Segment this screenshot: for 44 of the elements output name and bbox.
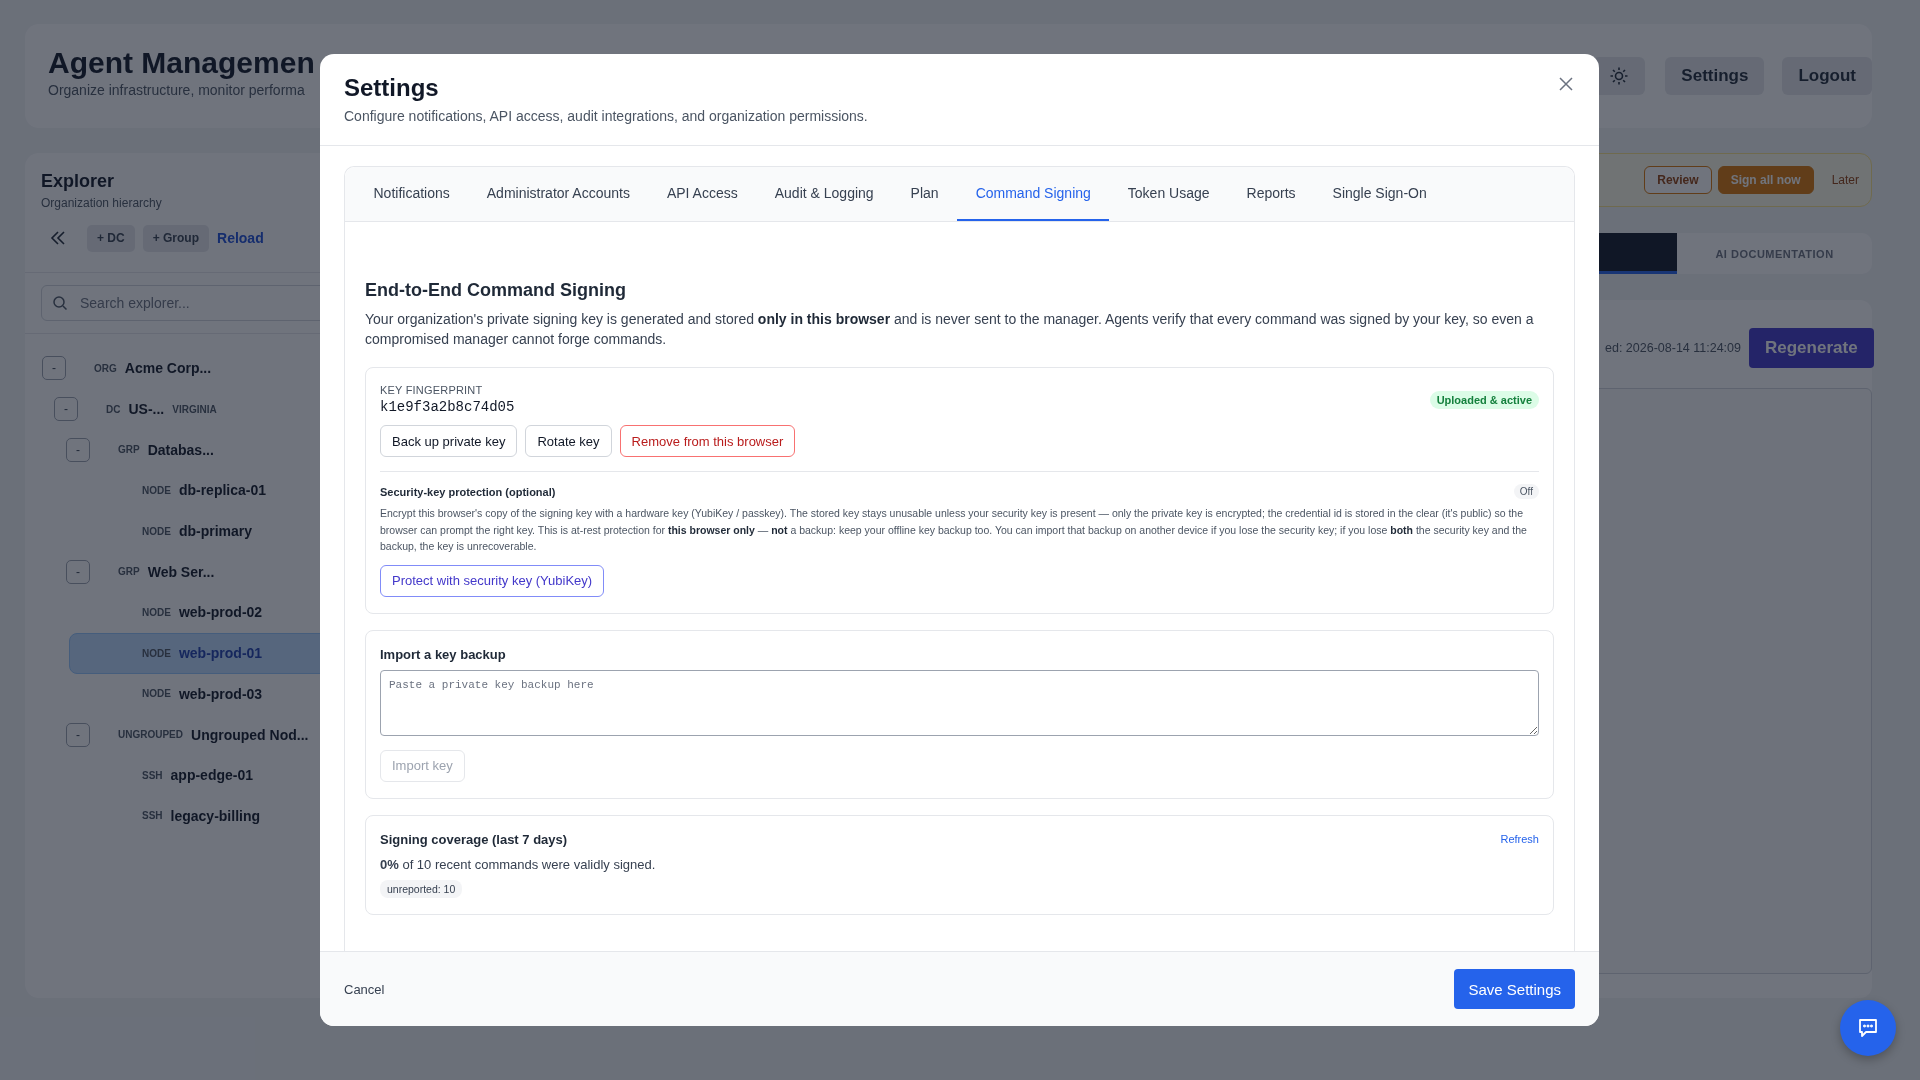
section-heading: End-to-End Command Signing bbox=[365, 280, 627, 301]
type-label: GRP bbox=[118, 444, 140, 456]
fingerprint-value: k1e9f3a2b8c74d05 bbox=[380, 399, 515, 415]
type-label: NODE bbox=[142, 525, 171, 537]
generated-timestamp: ed: 2026-08-14 11:24:09 bbox=[1605, 341, 1741, 355]
type-label: NODE bbox=[142, 606, 171, 618]
coverage-summary: 0% of 10 recent commands were validly signed. bbox=[380, 856, 656, 872]
item-label: web-prod-02 bbox=[178, 604, 263, 621]
type-label: SSH bbox=[142, 810, 163, 822]
app-subtitle: Organize infrastructure, monitor performa bbox=[48, 82, 306, 98]
app-title: Agent Managemen bbox=[48, 46, 315, 80]
protection-state-badge: Off bbox=[1513, 484, 1539, 499]
status-badge: Uploaded & active bbox=[1429, 390, 1539, 409]
protection-description: Encrypt this browser's copy of the signing key with a hardware key (YubiKey / passkey). The stored key stays unusable unless your security key is present — only the private key is encrypted; the credential id is stored in the clear (it's public) so the browser can prompt the right key. This is at-rest protection for this browser only — not a backup: keep your offline key backup too. You can import that backup on another device if you lose the security key; if you lose both the security key and the backup, the key is unrecoverable. bbox=[380, 506, 1528, 554]
explorer-title: Explorer bbox=[41, 171, 116, 192]
fingerprint-label: KEY FINGERPRINT bbox=[380, 384, 484, 396]
dialog-title: Settings bbox=[344, 74, 439, 102]
dialog-subtitle: Configure notifications, API access, audit integrations, and organization permissions. bbox=[344, 108, 868, 124]
item-label: web-prod-01 bbox=[178, 645, 263, 662]
item-label: db-replica-01 bbox=[178, 482, 267, 499]
item-label: Ungrouped Nod... bbox=[191, 726, 309, 743]
item-label: Web Ser... bbox=[147, 563, 215, 580]
item-label: legacy-billing bbox=[170, 807, 261, 824]
import-title: Import a key backup bbox=[380, 646, 506, 662]
item-label: Databas... bbox=[147, 441, 214, 458]
item-label: web-prod-03 bbox=[178, 685, 263, 702]
type-label: ORG bbox=[94, 362, 117, 374]
type-label: DC bbox=[106, 403, 121, 415]
type-label: UNGROUPED bbox=[118, 729, 183, 741]
type-label: GRP bbox=[118, 566, 140, 578]
type-label: SSH bbox=[142, 769, 163, 781]
item-label: US-... bbox=[128, 401, 165, 418]
type-label: NODE bbox=[142, 647, 171, 659]
region-label: VIRGINIA bbox=[172, 403, 217, 415]
explorer-subtitle: Organization hierarchy bbox=[41, 196, 163, 210]
type-label: NODE bbox=[142, 484, 171, 496]
item-label: app-edge-01 bbox=[170, 767, 254, 784]
protection-title: Security-key protection (optional) bbox=[380, 485, 556, 498]
count-tag: unreported: 10 bbox=[380, 879, 463, 898]
coverage-title: Signing coverage (last 7 days) bbox=[380, 831, 568, 847]
item-label: Acme Corp... bbox=[124, 360, 212, 377]
type-label: NODE bbox=[142, 688, 171, 700]
section-description: Your organization's private signing key is generated and stored only in this browser and is never sent to the manager. Agents verify that every command was signed by your key, so even a compromised manager cannot forge commands. bbox=[365, 310, 1535, 349]
item-label: db-primary bbox=[178, 523, 253, 540]
